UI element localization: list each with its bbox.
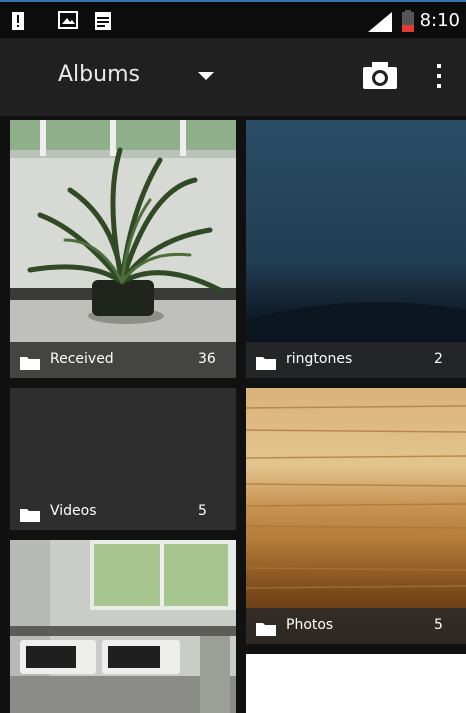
log-file-icon <box>94 11 112 35</box>
album-caption: Videos 5 <box>10 494 236 530</box>
album-name: Received <box>50 351 114 367</box>
album-count: 5 <box>434 617 443 633</box>
folder-icon <box>256 355 276 374</box>
battery-alert-icon <box>10 11 26 35</box>
album-name: Photos <box>286 617 334 633</box>
album-thumbnail <box>10 540 236 713</box>
album-name: Videos <box>50 503 97 519</box>
action-bar: Albums <box>0 38 466 116</box>
overflow-menu-icon <box>437 64 441 88</box>
album-thumbnail <box>10 120 236 378</box>
album-tile-ringtones[interactable]: ringtones 2 <box>246 120 466 378</box>
album-caption: Received 36 <box>10 342 236 378</box>
album-count: 5 <box>198 503 207 519</box>
camera-button[interactable] <box>362 60 398 90</box>
album-thumbnail <box>246 388 466 644</box>
clock: 8:10 <box>419 10 460 31</box>
image-notification-icon <box>58 11 78 33</box>
dropdown-arrow-icon[interactable] <box>198 72 214 80</box>
album-tile-received[interactable]: Received 36 <box>10 120 236 378</box>
album-tile-partial-right[interactable] <box>246 654 466 713</box>
album-tile-videos[interactable]: Videos 5 <box>10 388 236 530</box>
album-tile-photos[interactable]: Photos 5 <box>246 388 466 644</box>
album-caption: ringtones 2 <box>246 342 466 378</box>
status-bar: 8:10 <box>0 0 466 38</box>
folder-icon <box>20 355 40 374</box>
overflow-menu-button[interactable] <box>428 60 450 92</box>
album-count: 36 <box>198 351 216 367</box>
album-name: ringtones <box>286 351 353 367</box>
battery-low-icon <box>402 10 414 36</box>
album-grid: Received 36 ringtones 2 Videos 5 Photos … <box>0 116 466 713</box>
folder-icon <box>256 621 276 640</box>
album-caption: Photos 5 <box>246 608 466 644</box>
camera-icon <box>363 62 397 89</box>
folder-icon <box>20 507 40 526</box>
album-count: 2 <box>434 351 443 367</box>
album-thumbnail <box>246 120 466 378</box>
albums-title[interactable]: Albums <box>58 62 140 87</box>
album-tile-partial-left[interactable] <box>10 540 236 713</box>
signal-icon <box>368 12 392 36</box>
